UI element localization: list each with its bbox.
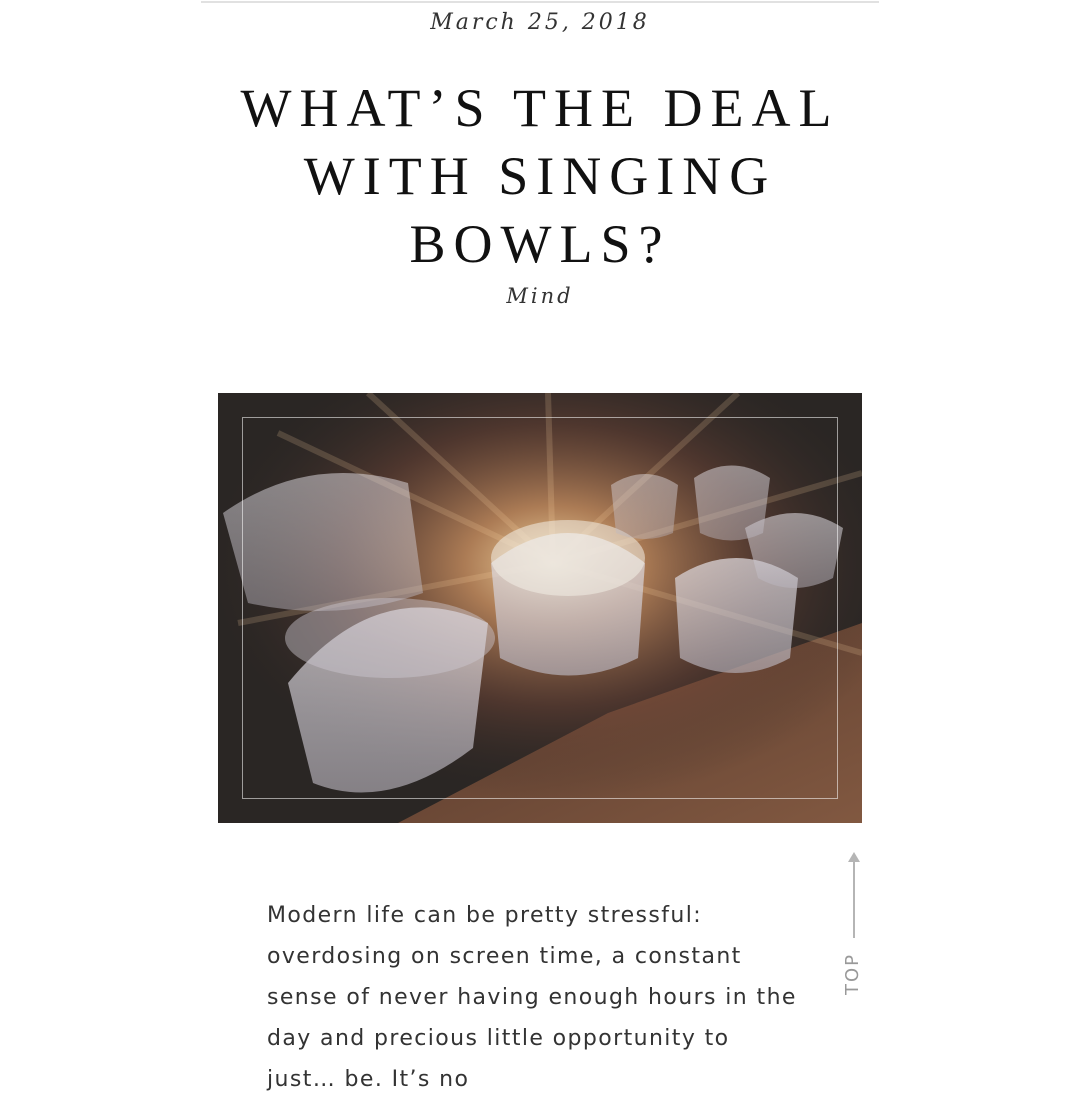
article-body: Modern life can be pretty stressful: ove… <box>267 903 797 1092</box>
singing-bowls-photo <box>218 393 862 823</box>
arrow-up-line <box>853 858 855 938</box>
post-category-link[interactable]: Mind <box>0 284 1080 308</box>
post-date: March 25, 2018 <box>430 10 650 35</box>
scroll-to-top-label: TOP <box>842 952 863 995</box>
header-divider <box>201 1 879 3</box>
featured-image <box>218 393 862 823</box>
post-title: WHAT’S THE DEAL WITH SINGING BOWLS? <box>240 78 840 274</box>
scroll-to-top-button[interactable]: TOP <box>833 852 875 1004</box>
